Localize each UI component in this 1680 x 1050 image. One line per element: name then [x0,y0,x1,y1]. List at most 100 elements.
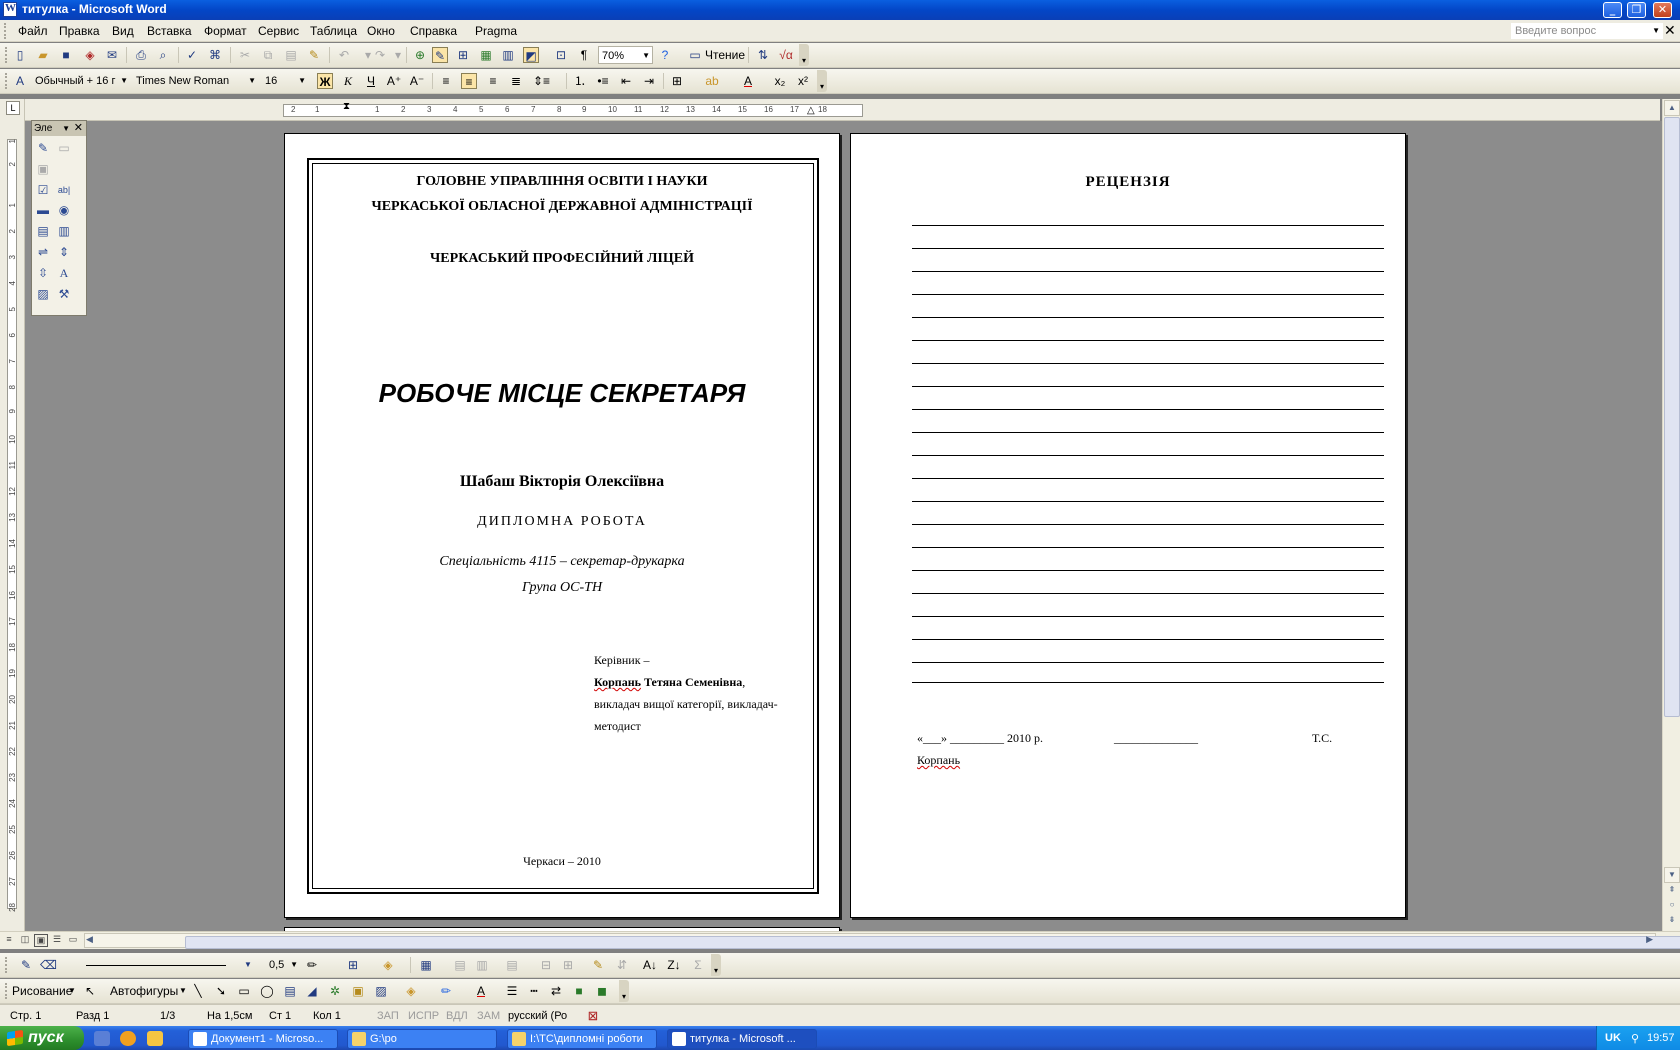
listbox-icon[interactable]: ▤ [34,222,52,240]
font-color-icon[interactable]: A [473,983,489,999]
textbox-icon[interactable]: ▤ [282,983,298,999]
taskbar-item[interactable]: G:\po [347,1029,497,1049]
quicklaunch-browser-icon[interactable] [120,1031,136,1046]
toolbar-grip[interactable] [5,47,8,63]
normal-view-icon[interactable]: ≡ [2,934,16,947]
textbox-icon[interactable]: ab| [55,181,73,199]
browse-object-icon[interactable]: ○ [1664,898,1680,914]
page-title-sheet[interactable]: ГОЛОВНЕ УПРАВЛІННЯ ОСВІТИ І НАУКИ ЧЕРКАС… [284,133,840,918]
redo-dropdown-icon[interactable]: ▾ [390,47,406,63]
chevron-down-icon[interactable]: ▼ [120,72,128,90]
picture-icon[interactable]: ▨ [373,983,389,999]
outline-view-icon[interactable]: ☰ [50,934,64,947]
reading-layout-icon[interactable]: ▭ [687,47,703,63]
shrink-font-icon[interactable]: A⁻ [409,73,425,89]
clipart-icon[interactable]: ▣ [350,983,366,999]
font-size-combo[interactable]: 16 ▼ [262,72,308,90]
menu-view[interactable]: Вид [112,24,134,38]
scroll-up-icon[interactable]: ▲ [1664,100,1680,116]
save-icon[interactable]: ■ [58,47,74,63]
arrow-icon[interactable]: ➘ [213,983,229,999]
select-objects-icon[interactable]: ↖ [82,983,98,999]
forms-toolbar-caption[interactable]: Эле ▼ ✕ [32,121,86,136]
menu-help[interactable]: Справка [410,24,457,38]
label-icon[interactable]: A [55,264,73,282]
insert-table-icon[interactable]: ▦ [418,957,434,973]
bullets-icon[interactable]: •≡ [595,73,611,89]
menu-table[interactable]: Таблица [310,24,357,38]
toolbar-grip[interactable] [5,957,8,973]
menu-edit[interactable]: Правка [59,24,100,38]
align-center-icon[interactable]: ≡ [461,73,477,89]
highlight-icon[interactable]: ab [704,73,720,89]
grow-font-icon[interactable]: A⁺ [386,73,402,89]
spelling-icon[interactable]: ✓ [184,47,200,63]
command-button-icon[interactable]: ▬ [34,201,52,219]
line-spacing-icon[interactable]: ⇕≡ [533,73,550,89]
menu-tools[interactable]: Сервис [258,24,299,38]
drawing-icon[interactable]: ◩ [523,47,539,63]
quicklaunch-word-icon[interactable] [94,1031,110,1046]
chevron-down-icon[interactable]: ▼ [290,956,298,974]
distribute-columns-icon[interactable]: ⊞ [560,957,576,973]
diagram-icon[interactable]: ✲ [327,983,343,999]
reading-layout-label[interactable]: Чтение [705,48,745,62]
scroll-thumb[interactable] [1664,117,1680,717]
toolbar-options-icon[interactable]: ▾ [799,44,809,66]
close-button[interactable]: ✕ [1653,2,1672,18]
open-folder-icon[interactable]: ▰ [35,47,51,63]
insert-table-icon[interactable]: ⊞ [455,47,471,63]
tab-selector-icon[interactable]: L [6,101,20,115]
close-icon[interactable]: ✕ [74,121,83,136]
align-cell-icon[interactable]: ▤ [504,957,520,973]
horizontal-ruler[interactable]: 2 1 1 2 3 4 5 6 7 8 9 10 11 12 13 14 15 … [25,99,1660,121]
toolbar-options-icon[interactable]: ▾ [817,70,827,92]
menu-grip[interactable] [4,23,7,39]
distribute-rows-icon[interactable]: ⊟ [538,957,554,973]
tray-network-icon[interactable]: ⚲ [1631,1032,1639,1045]
spin-button-icon[interactable]: ⇕ [55,243,73,261]
scrollbar-icon[interactable]: ⇳ [34,264,52,282]
align-right-icon[interactable]: ≡ [485,73,501,89]
show-formatting-icon[interactable]: ¶ [576,47,592,63]
scroll-down-icon[interactable]: ▼ [1664,867,1680,883]
taskbar-item-active[interactable]: титулка - Microsoft ... [667,1029,817,1049]
line-style-icon[interactable]: ☰ [504,983,520,999]
numbering-icon[interactable]: ⒈ [572,73,588,89]
bold-button[interactable]: Ж [317,73,333,89]
vertical-ruler[interactable]: L 1 2 1 2 3 4 5 6 7 8 9 10 11 12 13 14 1… [0,99,25,931]
clock[interactable]: 19:57 [1647,1032,1675,1044]
print-preview-icon[interactable]: ⌕ [155,47,171,63]
italic-button[interactable]: К [340,73,356,89]
menu-pragma[interactable]: Pragma [475,24,517,38]
style-combo[interactable]: Обычный + 16 г ▼ [32,72,130,90]
fill-color-icon[interactable]: ◈ [403,983,419,999]
reading-view-icon[interactable]: ▭ [66,934,80,947]
research-icon[interactable]: ⌘ [207,47,223,63]
sort-ascending-icon[interactable]: A↓ [642,957,658,973]
border-color-icon[interactable]: ✏ [304,957,320,973]
status-overtype[interactable]: ЗАМ [477,1010,500,1022]
image-icon[interactable]: ▨ [34,285,52,303]
page-review[interactable]: РЕЦЕНЗІЯ «___» _________ 2010 р. _______… [850,133,1406,918]
line-style-preview[interactable] [86,965,226,966]
autoshapes-menu[interactable]: Автофигуры [110,984,178,998]
right-indent-icon[interactable]: △ [807,105,815,116]
styles-icon[interactable]: A [12,73,28,89]
eraser-icon[interactable]: ⌫ [40,957,57,973]
chevron-down-icon[interactable]: ▼ [64,983,80,999]
form-field-icon[interactable]: ▭ [55,139,73,157]
shading-icon[interactable]: ◈ [380,957,396,973]
web-view-icon[interactable]: ◫ [18,934,32,947]
scroll-thumb[interactable] [185,936,1680,949]
undo-icon[interactable]: ↶ [336,47,352,63]
increase-indent-icon[interactable]: ⇥ [641,73,657,89]
toggle-button-icon[interactable]: ⇌ [34,243,52,261]
taskbar-item[interactable]: Документ1 - Microso... [188,1029,338,1049]
superscript-icon[interactable]: x² [795,73,811,89]
chevron-down-icon[interactable]: ▼ [1652,23,1660,39]
language-indicator[interactable]: UK [1605,1032,1621,1044]
copy-icon[interactable]: ⧉ [260,47,276,63]
chevron-down-icon[interactable]: ▼ [175,983,191,999]
line-color-icon[interactable]: ✏ [438,983,454,999]
